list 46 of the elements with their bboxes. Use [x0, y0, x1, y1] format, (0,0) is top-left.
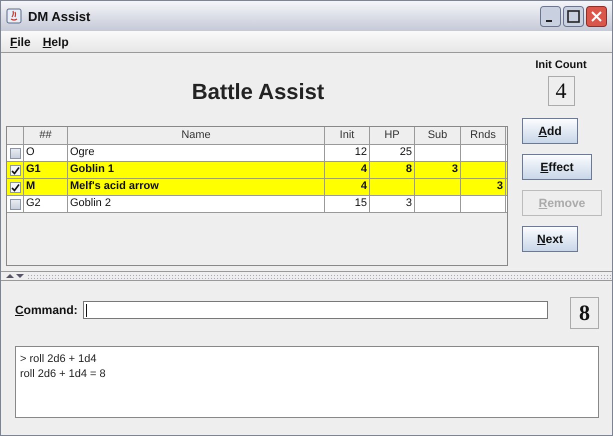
table-cell: 3 [461, 179, 506, 195]
table-cell: Melf's acid arrow [68, 179, 325, 195]
action-button[interactable]: Add [522, 118, 578, 144]
command-result: 8 [570, 296, 599, 328]
maximize-icon[interactable] [563, 6, 584, 26]
column-header: Rnds [461, 127, 506, 144]
table-cell: Ogre [68, 145, 325, 161]
minimize-icon[interactable] [540, 6, 561, 26]
action-button[interactable]: Next [522, 226, 578, 252]
column-header: Name [68, 127, 325, 144]
table-cell: O [24, 145, 68, 161]
table-cell: 12 [325, 145, 370, 161]
column-header: ## [24, 127, 68, 144]
log-line: > roll 2d6 + 1d4 [20, 352, 98, 367]
splitter-arrows-icon[interactable] [5, 273, 25, 279]
table-cell: Goblin 2 [68, 196, 325, 212]
window-title: DM Assist [28, 8, 92, 24]
row-checkbox[interactable] [10, 198, 20, 210]
table-cell: G2 [24, 196, 68, 212]
table-cell: G1 [24, 162, 68, 178]
row-checkbox[interactable] [10, 164, 20, 176]
app-icon [6, 8, 22, 24]
command-label: Command: [15, 303, 78, 317]
table-cell: 8 [370, 162, 415, 178]
row-checkbox[interactable] [10, 148, 20, 158]
table-cell: 3 [415, 162, 461, 178]
command-field[interactable] [82, 301, 548, 319]
init-count-label: Init Count [535, 59, 587, 71]
table-cell: 3 [370, 196, 415, 212]
panel-heading: Battle Assist [192, 78, 324, 104]
table-cell: 4 [325, 179, 370, 195]
table-cell: 25 [370, 145, 415, 161]
table-cell: Goblin 1 [68, 162, 325, 178]
table-cell: M [24, 179, 68, 195]
column-header: Sub [415, 127, 461, 144]
menu-item[interactable]: Help [42, 34, 69, 48]
table-cell: 4 [325, 162, 370, 178]
menu-item[interactable]: File [10, 34, 31, 48]
row-checkbox[interactable] [10, 182, 20, 192]
init-count-value: 4 [548, 76, 574, 106]
log-line: roll 2d6 + 1d4 = 8 [20, 367, 107, 382]
action-button[interactable]: Effect [522, 154, 592, 180]
column-header: HP [370, 127, 415, 144]
table-cell: 15 [325, 196, 370, 212]
close-icon[interactable] [586, 6, 607, 26]
column-header: Init [325, 127, 370, 144]
